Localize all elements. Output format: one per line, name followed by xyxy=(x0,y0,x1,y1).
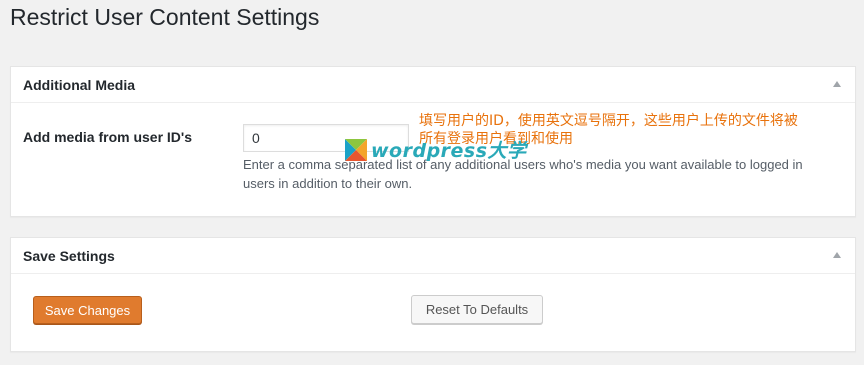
triangle-up-icon[interactable] xyxy=(833,252,841,258)
reset-defaults-button[interactable]: Reset To Defaults xyxy=(411,295,543,324)
page-title: Restrict User Content Settings xyxy=(10,4,320,30)
user-ids-label: Add media from user ID's xyxy=(23,129,193,145)
watermark-text: wordpress大学 xyxy=(371,140,527,162)
save-settings-box: Save Settings Save Changes Reset To Defa… xyxy=(10,237,856,352)
save-settings-header[interactable]: Save Settings xyxy=(11,238,855,274)
user-ids-description: Enter a comma separated list of any addi… xyxy=(243,157,803,191)
triangle-up-icon[interactable] xyxy=(833,81,841,87)
save-settings-title: Save Settings xyxy=(23,247,115,264)
save-changes-button[interactable]: Save Changes xyxy=(33,296,142,324)
watermark: wordpress大学 xyxy=(345,136,527,163)
additional-media-title: Additional Media xyxy=(23,76,135,93)
additional-media-header[interactable]: Additional Media xyxy=(11,67,855,103)
wordpress-daxue-logo-icon xyxy=(345,138,367,161)
